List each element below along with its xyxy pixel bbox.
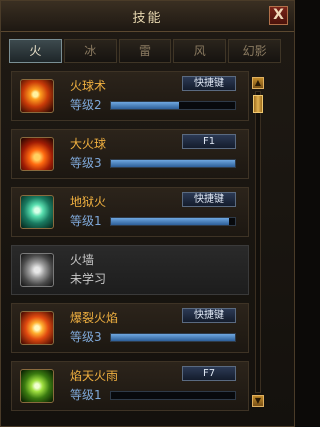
skill-level: 等级3	[70, 156, 102, 170]
skill-window: 技能 X 火 冰 雷 风 幻影 火球术 等级2 快捷键 大火球 等级3 F1 地…	[0, 0, 295, 427]
title-bar[interactable]: 技能 X	[1, 1, 294, 32]
skill-progress-bar	[110, 333, 236, 342]
skill-progress-bar	[110, 217, 236, 226]
skill-name: 大火球	[70, 137, 107, 151]
skill-list: 火球术 等级2 快捷键 大火球 等级3 F1 地狱火 等级1 快捷键 火墙 未学…	[11, 71, 249, 421]
progress-fill	[111, 160, 235, 167]
skill-progress-bar	[110, 101, 236, 110]
tab-fire[interactable]: 火	[9, 39, 62, 63]
skill-name: 地狱火	[70, 195, 107, 209]
fireball-icon[interactable]	[20, 79, 54, 113]
hotkey-button[interactable]: F7	[182, 366, 236, 381]
skill-level: 等级1	[70, 214, 102, 228]
skill-status: 未学习	[70, 272, 107, 286]
skill-name: 焰天火雨	[70, 369, 119, 383]
skill-progress-bar	[110, 159, 236, 168]
skill-name: 爆裂火焰	[70, 311, 119, 325]
skill-name: 火墙	[70, 253, 95, 267]
scroll-down-button[interactable]: ▼	[252, 395, 264, 407]
scrollbar[interactable]: ▲ ▼	[252, 77, 264, 407]
skill-row-hellfire[interactable]: 地狱火 等级1 快捷键	[11, 187, 249, 237]
skill-row-firewall[interactable]: 火墙 未学习	[11, 245, 249, 295]
big-fireball-icon[interactable]	[20, 137, 54, 171]
skill-level: 等级1	[70, 388, 102, 402]
hotkey-button[interactable]: 快捷键	[182, 308, 236, 323]
tab-wind[interactable]: 风	[173, 39, 227, 63]
scroll-track[interactable]	[255, 91, 261, 393]
skill-row-fire-rain[interactable]: 焰天火雨 等级1 F7	[11, 361, 249, 411]
progress-fill	[111, 218, 229, 225]
skill-level: 等级2	[70, 98, 102, 112]
skill-row-big-fireball[interactable]: 大火球 等级3 F1	[11, 129, 249, 179]
scroll-up-button[interactable]: ▲	[252, 77, 264, 89]
skill-level: 等级3	[70, 330, 102, 344]
progress-fill	[111, 334, 235, 341]
progress-fill	[111, 102, 180, 109]
window-title: 技能	[132, 11, 163, 26]
skill-progress-bar	[110, 391, 236, 400]
hotkey-button[interactable]: 快捷键	[182, 76, 236, 91]
skill-row-fireball[interactable]: 火球术 等级2 快捷键	[11, 71, 249, 121]
scroll-thumb[interactable]	[253, 95, 263, 113]
element-tabs: 火 冰 雷 风 幻影	[9, 39, 281, 63]
tab-ice[interactable]: 冰	[63, 39, 117, 63]
close-button[interactable]: X	[269, 6, 288, 25]
hellfire-icon[interactable]	[20, 195, 54, 229]
firewall-icon[interactable]	[20, 253, 54, 287]
explosive-flame-icon[interactable]	[20, 311, 54, 345]
fire-rain-icon[interactable]	[20, 369, 54, 403]
hotkey-button[interactable]: F1	[182, 134, 236, 149]
tab-phantom[interactable]: 幻影	[228, 39, 281, 63]
skill-name: 火球术	[70, 79, 107, 93]
skill-row-explosive-flame[interactable]: 爆裂火焰 等级3 快捷键	[11, 303, 249, 353]
tab-thunder[interactable]: 雷	[118, 39, 172, 63]
hotkey-button[interactable]: 快捷键	[182, 192, 236, 207]
